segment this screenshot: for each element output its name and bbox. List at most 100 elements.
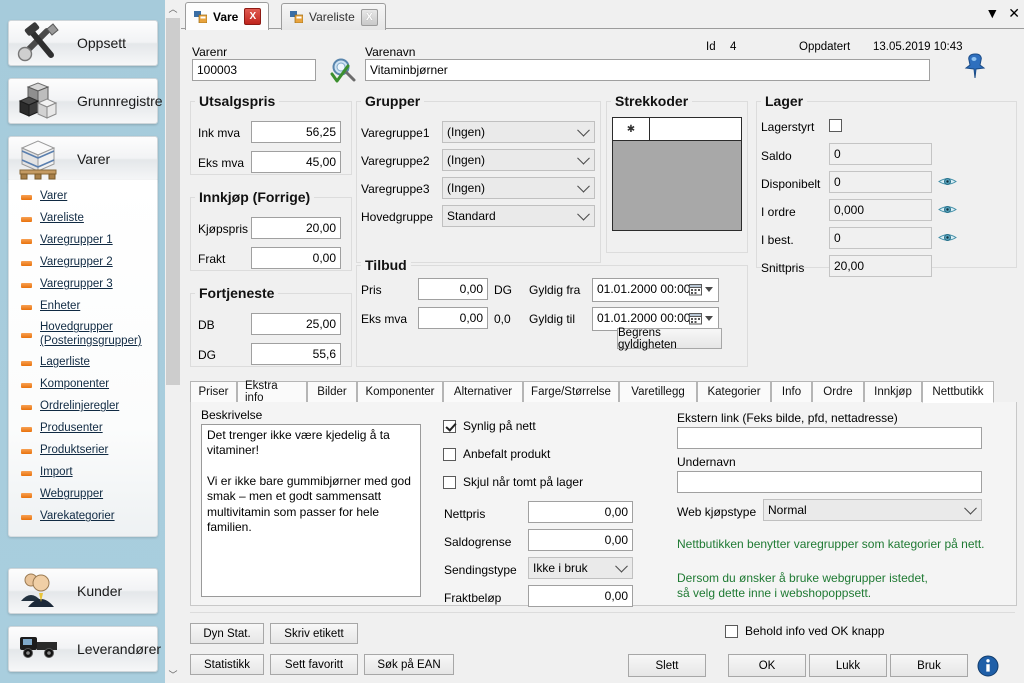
tab-komponenter[interactable]: Komponenter [357,381,443,403]
statistikk-button[interactable]: Statistikk [190,654,264,675]
varegruppe1-select[interactable]: (Ingen) [442,121,595,143]
dyn-stat-button[interactable]: Dyn Stat. [190,623,264,644]
chevron-down-icon[interactable] [705,287,713,292]
skriv-etikett-button[interactable]: Skriv etikett [270,623,358,644]
strekkoder-grid[interactable]: ✱ [612,117,742,231]
varegruppe2-select-wrap[interactable]: (Ingen) [442,149,595,171]
eye-icon[interactable] [938,176,957,190]
window-tab-vare[interactable]: Vare X [185,2,270,30]
varegruppe3-select[interactable]: (Ingen) [442,177,595,199]
window-tab-vareliste[interactable]: Vareliste X [281,3,386,30]
sidebar-item-enheter[interactable]: Enheter [9,296,157,318]
eye-icon[interactable] [938,204,957,218]
magnifier-icon[interactable] [327,57,361,88]
gyldig-fra-datepicker[interactable]: 01.01.2000 00:00 [592,278,719,302]
tab-close-icon[interactable]: X [244,8,262,25]
web-kjopstype-select-wrap[interactable]: Normal [763,499,982,521]
varenavn-input[interactable] [365,59,930,81]
hovedgruppe-select-wrap[interactable]: Standard [442,205,595,227]
sidebar-item-vareliste[interactable]: Vareliste [9,208,157,230]
tab-varetillegg[interactable]: Varetillegg [619,381,697,403]
tab-priser[interactable]: Priser [190,381,237,403]
sidebar-item-varegrupper-3[interactable]: Varegrupper 3 [9,274,157,296]
fraktbelop-input[interactable] [528,585,633,607]
skjul-nar-tomt-row[interactable]: Skjul når tomt på lager [443,475,583,489]
ink-mva-input[interactable] [251,121,341,143]
sidebar-item-varegrupper-2[interactable]: Varegrupper 2 [9,252,157,274]
scroll-up-icon[interactable]: ︿ [165,0,181,17]
anbefalt-produkt-checkbox[interactable] [443,447,456,461]
hovedgruppe-select[interactable]: Standard [442,205,595,227]
tab-kategorier[interactable]: Kategorier [697,381,771,403]
sidebar-item-produktserier[interactable]: Produktserier [9,440,157,462]
synlig-pa-nett-row[interactable]: Synlig på nett [443,419,536,433]
tab-alternativer[interactable]: Alternativer [443,381,523,403]
sendingstype-select[interactable]: Ikke i bruk [528,557,633,579]
tab-ekstra-info[interactable]: Ekstra info [237,380,307,404]
slett-button[interactable]: Slett [628,654,706,677]
saldogrense-input[interactable] [528,529,633,551]
eye-icon[interactable] [938,232,957,246]
sidebar-nav-kunder[interactable]: Kunder [8,568,158,614]
pin-icon[interactable] [963,51,989,84]
calendar-icon[interactable] [689,283,702,299]
anbefalt-produkt-row[interactable]: Anbefalt produkt [443,447,550,461]
scroll-down-icon[interactable]: ﹀ [165,666,181,683]
varenr-input[interactable] [192,59,316,81]
tilbud-pris-input[interactable] [418,278,488,300]
begrens-gyldigheten-button[interactable]: Begrens gyldigheten [617,327,722,351]
eks-mva-input[interactable] [251,151,341,173]
ok-button[interactable]: OK [728,654,806,677]
dg-input[interactable] [251,343,341,365]
frakt-input[interactable] [251,247,341,269]
sidebar-item-import[interactable]: Import [9,462,157,484]
tab-close-icon[interactable]: X [360,8,378,26]
behold-info-row[interactable]: Behold info ved OK knapp [725,624,884,638]
tab-bilder[interactable]: Bilder [307,381,357,403]
tab-nettbutikk[interactable]: Nettbutikk [922,381,994,403]
undernavn-input[interactable] [677,471,982,493]
sok-pa-ean-button[interactable]: Søk på EAN [364,654,454,675]
sidebar-nav-oppsett[interactable]: Oppsett [8,20,158,66]
ekstern-link-input[interactable] [677,427,982,449]
sidebar-item-hovedgrupper[interactable]: Hovedgrupper (Posteringsgrupper) [9,318,157,352]
lagerstyrt-checkbox[interactable] [829,119,842,132]
skjul-nar-tomt-checkbox[interactable] [443,475,456,489]
lukk-button[interactable]: Lukk [809,654,887,677]
sett-favoritt-button[interactable]: Sett favoritt [270,654,358,675]
tab-info[interactable]: Info [771,381,812,403]
tab-farge-storrelse[interactable]: Farge/Størrelse [523,381,619,403]
sidebar-item-webgrupper[interactable]: Webgrupper [9,484,157,506]
sidebar-item-varer[interactable]: Varer [9,186,157,208]
sidebar-item-ordrelinjeregler[interactable]: Ordrelinjeregler [9,396,157,418]
close-icon[interactable]: ✕ [1008,6,1020,20]
bruk-button[interactable]: Bruk [890,654,968,677]
varegruppe1-select-wrap[interactable]: (Ingen) [442,121,595,143]
sidebar-scrollbar[interactable]: ︿ ﹀ [165,0,182,683]
minimize-icon[interactable]: ▼ [985,6,999,20]
web-kjopstype-select[interactable]: Normal [763,499,982,521]
sidebar-nav-leverandorer[interactable]: Leverandører [8,626,161,672]
sidebar-nav-grunnregistre[interactable]: Grunnregistre [8,78,163,124]
tab-innkjop[interactable]: Innkjøp [864,381,922,403]
kjopspris-input[interactable] [251,217,341,239]
db-input[interactable] [251,313,341,335]
sidebar-item-varekategorier[interactable]: Varekategorier [9,506,157,528]
varegruppe2-select[interactable]: (Ingen) [442,149,595,171]
scrollbar-thumb[interactable] [166,18,180,385]
sidebar-item-varegrupper-1[interactable]: Varegrupper 1 [9,230,157,252]
chevron-down-icon[interactable] [705,316,713,321]
sidebar-nav-varer[interactable]: Varer [8,136,158,182]
tilbud-eksmva-input[interactable] [418,307,488,329]
sidebar-item-produsenter[interactable]: Produsenter [9,418,157,440]
sidebar-item-lagerliste[interactable]: Lagerliste [9,352,157,374]
behold-info-checkbox[interactable] [725,624,738,638]
tab-ordre[interactable]: Ordre [812,381,864,403]
sendingstype-select-wrap[interactable]: Ikke i bruk [528,557,633,579]
beskrivelse-textarea[interactable] [201,424,421,597]
info-icon[interactable] [977,655,999,680]
synlig-pa-nett-checkbox[interactable] [443,419,456,433]
nettpris-input[interactable] [528,501,633,523]
varegruppe3-select-wrap[interactable]: (Ingen) [442,177,595,199]
sidebar-item-komponenter[interactable]: Komponenter [9,374,157,396]
